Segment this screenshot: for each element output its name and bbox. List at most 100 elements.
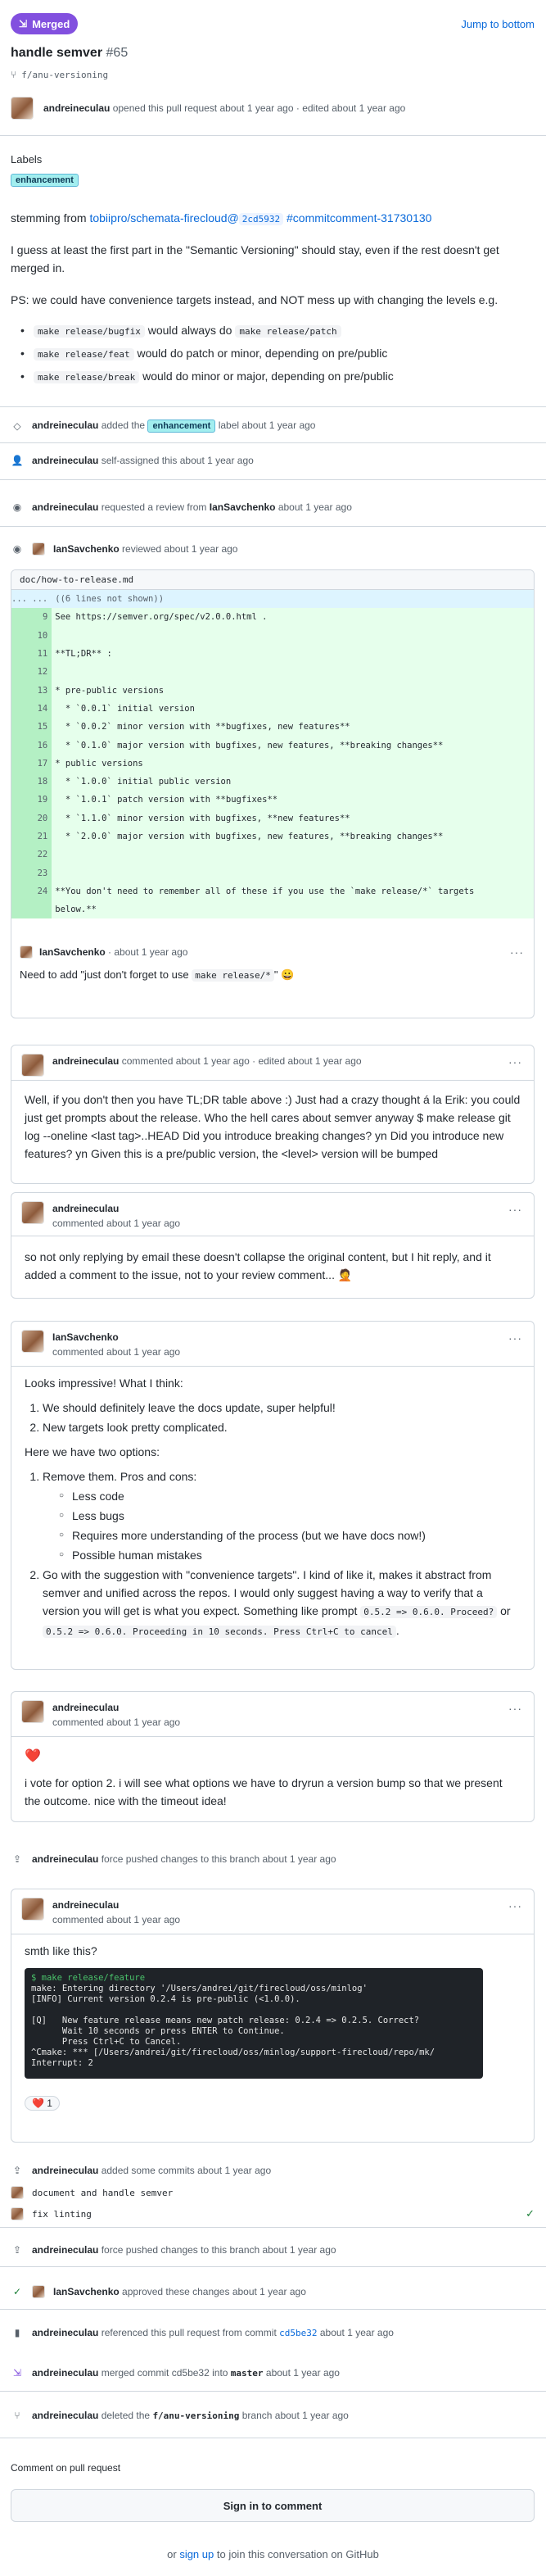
opened-by: andreineculau opened this pull request a… bbox=[11, 97, 405, 120]
divider bbox=[0, 2309, 546, 2310]
comment-body: i vote for option 2. i will see what opt… bbox=[25, 1776, 503, 1807]
branch-line: ⑂ f/anu-versioning bbox=[11, 69, 108, 80]
event-approved: ✓ IanSavchenko approved these changes ab… bbox=[11, 2285, 535, 2298]
list-item: We should definitely leave the docs upda… bbox=[43, 1399, 521, 1417]
terminal-line: $ make release/feature bbox=[31, 1973, 146, 1983]
check-icon[interactable]: ✓ bbox=[526, 2207, 535, 2220]
jump-to-bottom-link[interactable]: Jump to bottom bbox=[461, 18, 535, 30]
avatar[interactable] bbox=[32, 2285, 45, 2298]
diff-line[interactable]: 15 * `0.0.2` minor version with **bugfix… bbox=[11, 718, 534, 737]
event-branch-deleted: ⑂ andreineculau deleted the f/anu-versio… bbox=[11, 2410, 535, 2421]
review-author[interactable]: IanSavchenko bbox=[39, 946, 106, 958]
avatar[interactable] bbox=[21, 1330, 44, 1353]
list-item: Less code bbox=[59, 1487, 521, 1505]
repo-push-icon: ⇪ bbox=[12, 2165, 22, 2176]
terminal-output: $ make release/feature make: Entering dir… bbox=[25, 1968, 483, 2079]
comment-card: andreineculau commented about 1 year ago … bbox=[11, 1889, 535, 2143]
eye-icon: ◉ bbox=[12, 501, 22, 513]
comment-body: Looks impressive! What I think: We shoul… bbox=[25, 1374, 521, 1643]
diff-line[interactable]: 16 * `0.1.0` major version with bugfixes… bbox=[11, 736, 534, 755]
terminal-line: [INFO] Current version 0.2.4 is pre-publ… bbox=[31, 1994, 300, 2004]
diff-line[interactable]: 17 * public versions bbox=[11, 754, 534, 773]
commit-row: fix linting ✓ bbox=[11, 2207, 535, 2220]
diff-line[interactable]: 20 * `1.1.0` minor version with bugfixes… bbox=[11, 809, 534, 828]
eye-icon: ◉ bbox=[12, 543, 22, 555]
diff-line[interactable]: 9 See https://semver.org/spec/v2.0.0.html… bbox=[11, 608, 534, 627]
diff-line[interactable]: 12 bbox=[11, 663, 534, 682]
diff-line[interactable]: 11 **TL;DR** : bbox=[11, 644, 534, 664]
divider bbox=[0, 2227, 546, 2228]
avatar[interactable] bbox=[11, 2207, 24, 2220]
diff-line[interactable]: 13 * pre-public versions bbox=[11, 681, 534, 700]
avatar[interactable] bbox=[20, 946, 33, 959]
diff-line[interactable]: 19 * `1.0.1` patch version with **bugfix… bbox=[11, 791, 534, 810]
divider bbox=[0, 479, 546, 480]
diff-line[interactable]: 23 bbox=[11, 864, 534, 882]
sign-up-link[interactable]: sign up bbox=[179, 2548, 214, 2560]
list-item: Go with the suggestion with "convenience… bbox=[43, 1566, 521, 1641]
sign-in-button[interactable]: Sign in to comment bbox=[11, 2489, 535, 2522]
more-options-icon[interactable]: ··· bbox=[508, 1899, 522, 1912]
divider bbox=[0, 2391, 546, 2392]
event-review-requested: ◉ andreineculau requested a review from … bbox=[11, 501, 535, 513]
avatar[interactable] bbox=[21, 1201, 44, 1224]
diff-line[interactable]: below.** bbox=[11, 900, 534, 919]
event-assigned: 👤 andreineculau self-assigned this about… bbox=[11, 455, 254, 466]
diff-line[interactable]: 22 bbox=[11, 846, 534, 864]
review-thread: doc/how-to-release.md ... ... ((6 lines … bbox=[11, 569, 535, 1018]
description-p1: stemming from tobiipro/schemata-fireclou… bbox=[11, 211, 432, 225]
more-options-icon[interactable]: ··· bbox=[508, 1055, 522, 1068]
description-list: make release/bugfix would always do make… bbox=[11, 318, 535, 390]
diff-line[interactable]: 18 * `1.0.0` initial public version bbox=[11, 772, 534, 791]
terminal-line: ^Cmake: *** [/Users/andrei/git/firecloud… bbox=[31, 2048, 435, 2057]
diff-hunk[interactable]: ... ... ((6 lines not shown)) bbox=[11, 590, 534, 609]
labels-heading: Labels bbox=[11, 153, 43, 166]
diff-line[interactable]: 24 **You don't need to remember all of th… bbox=[11, 882, 534, 901]
avatar[interactable] bbox=[11, 97, 34, 120]
diff-line[interactable]: 14 * `0.0.1` initial version bbox=[11, 699, 534, 719]
terminal-line: make: Entering directory '/Users/andrei/… bbox=[31, 1984, 368, 1993]
comment-card: IanSavchenko commented about 1 year ago ·… bbox=[11, 1321, 535, 1670]
comment-body: smth like this? bbox=[25, 1944, 97, 1957]
terminal-line: Wait 10 seconds or press ENTER to Contin… bbox=[31, 2026, 285, 2036]
avatar[interactable] bbox=[32, 542, 45, 556]
list-item: Remove them. Pros and cons: Less code Le… bbox=[43, 1467, 521, 1564]
more-options-icon[interactable]: ··· bbox=[508, 1331, 522, 1345]
review-file-path[interactable]: doc/how-to-release.md bbox=[11, 570, 534, 590]
label-enhancement[interactable]: enhancement bbox=[11, 174, 79, 187]
reaction-heart[interactable]: ❤️ 1 bbox=[25, 2096, 60, 2111]
comment-body: so not only replying by email these does… bbox=[25, 1250, 491, 1281]
avatar[interactable] bbox=[21, 1700, 44, 1723]
event-labeled: ◇ andreineculau added the enhancement la… bbox=[11, 420, 535, 433]
pr-header: ⇲ Merged Jump to bottom bbox=[0, 0, 546, 49]
commit-row: document and handle semver bbox=[11, 2186, 535, 2199]
divider bbox=[0, 2266, 546, 2267]
bookmark-icon: ▮ bbox=[14, 2327, 20, 2338]
avatar[interactable] bbox=[21, 1054, 44, 1077]
event-merged: ⇲ andreineculau merged commit cd5be32 in… bbox=[11, 2367, 535, 2379]
comment-body: Well, if you don't then you have TL;DR t… bbox=[25, 1093, 521, 1160]
commit-message[interactable]: fix linting bbox=[32, 2209, 92, 2220]
commit-sha[interactable]: 2cd5932 bbox=[238, 213, 284, 225]
more-options-icon[interactable]: ··· bbox=[508, 1702, 522, 1715]
more-options-icon[interactable]: ··· bbox=[510, 946, 524, 959]
commit-comment-link[interactable]: #commitcomment-31730130 bbox=[287, 211, 431, 224]
tag-icon: ◇ bbox=[13, 420, 21, 432]
branch-name[interactable]: f/anu-versioning bbox=[21, 70, 108, 80]
schemata-link[interactable]: tobiipro/schemata-firecloud@ bbox=[89, 211, 238, 224]
diff-line[interactable]: 21 * `2.0.0` major version with bugfixes… bbox=[11, 827, 534, 846]
heart-emoji: ❤️ bbox=[25, 1749, 41, 1763]
comment-on-pr-label: Comment on pull request bbox=[11, 2462, 121, 2474]
commit-message[interactable]: document and handle semver bbox=[32, 2188, 173, 2198]
diff-line[interactable]: 10 bbox=[11, 626, 534, 645]
list-item: Possible human mistakes bbox=[59, 1546, 521, 1564]
avatar[interactable] bbox=[11, 2186, 24, 2199]
event-force-push: ⇪ andreineculau force pushed changes to … bbox=[11, 2244, 535, 2256]
avatar[interactable] bbox=[21, 1898, 44, 1921]
comment-card: andreineculau commented about 1 year ago… bbox=[11, 1045, 535, 1184]
review-comment-body: Need to add "just don't forget to use ma… bbox=[20, 968, 295, 982]
more-options-icon[interactable]: ··· bbox=[508, 1203, 522, 1216]
author-link[interactable]: andreineculau bbox=[43, 102, 110, 114]
divider bbox=[0, 406, 546, 407]
